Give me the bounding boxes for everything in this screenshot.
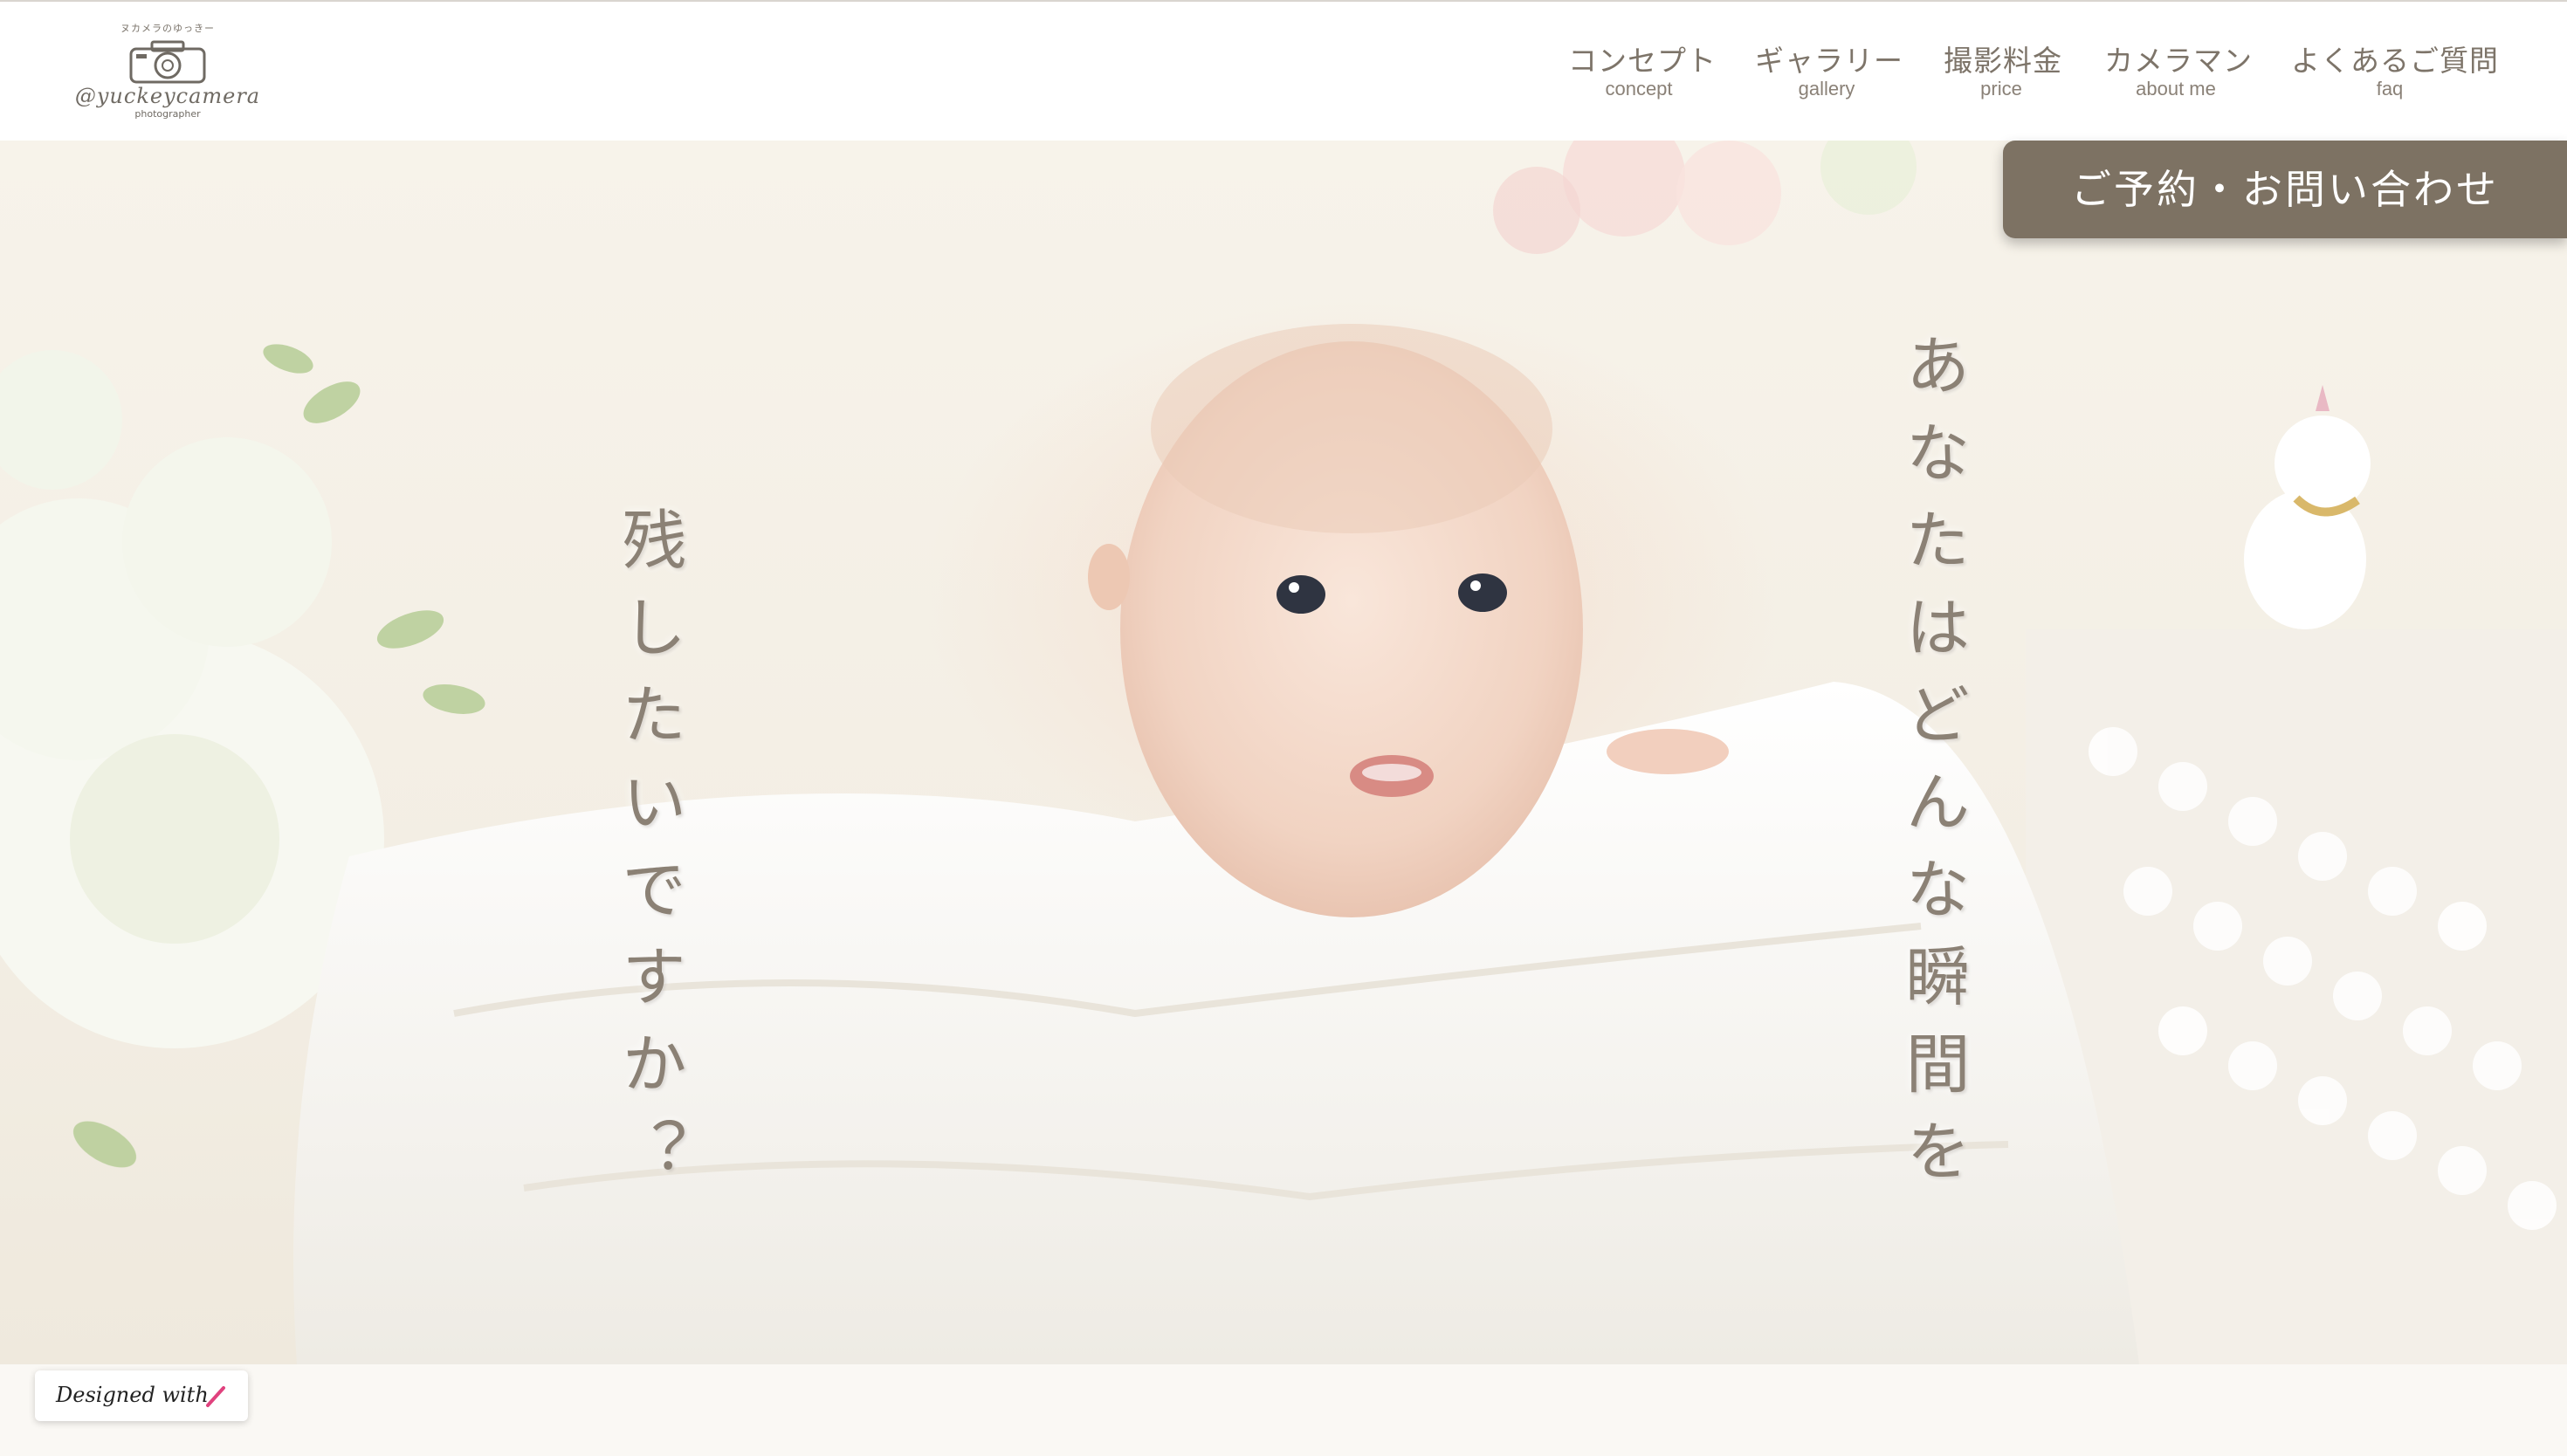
nav-concept[interactable]: コンセプト concept — [1568, 44, 1717, 105]
nav-sublabel: faq — [2376, 78, 2404, 100]
hero-photo-illustration — [0, 141, 2567, 1364]
designed-with-badge[interactable]: Designed with — [35, 1370, 248, 1421]
nav-sublabel: gallery — [1798, 78, 1855, 100]
hero-copy-left: 残したいですか？ — [611, 506, 686, 1205]
camera-icon — [129, 40, 206, 84]
logo-tagline: ヌカメラのゆっきー — [120, 23, 215, 34]
site-header: ヌカメラのゆっきー @yuckeycamera photographer コンセ… — [0, 0, 2567, 141]
nav-price[interactable]: 撮影料金 price — [1944, 44, 2062, 105]
logo-subtitle: photographer — [134, 108, 201, 120]
nav-label: 撮影料金 — [1944, 44, 2062, 78]
nav-sublabel: about me — [2136, 78, 2216, 100]
site-logo[interactable]: ヌカメラのゆっきー @yuckeycamera photographer — [63, 21, 272, 124]
nav-label: カメラマン — [2104, 44, 2253, 78]
hero-image — [0, 141, 2567, 1364]
designed-with-label: Designed with — [56, 1383, 209, 1407]
nav-label: よくあるご質問 — [2291, 44, 2499, 78]
nav-label: コンセプト — [1568, 44, 1717, 78]
hero-copy-right: あなたはどんな瞬間を — [1895, 332, 1970, 1205]
section-bottom-strip — [0, 1364, 2567, 1456]
pen-icon — [206, 1386, 225, 1407]
logo-script: @yuckeycamera — [74, 84, 261, 108]
nav-faq[interactable]: よくあるご質問 faq — [2291, 44, 2499, 105]
reservation-contact-button[interactable]: ご予約・お問い合わせ — [2003, 141, 2567, 238]
nav-sublabel: price — [1980, 78, 2022, 100]
nav-label: ギャラリー — [1755, 44, 1903, 78]
nav-about-me[interactable]: カメラマン about me — [2104, 44, 2253, 105]
nav-sublabel: concept — [1605, 78, 1673, 100]
nav-gallery[interactable]: ギャラリー gallery — [1755, 44, 1903, 105]
